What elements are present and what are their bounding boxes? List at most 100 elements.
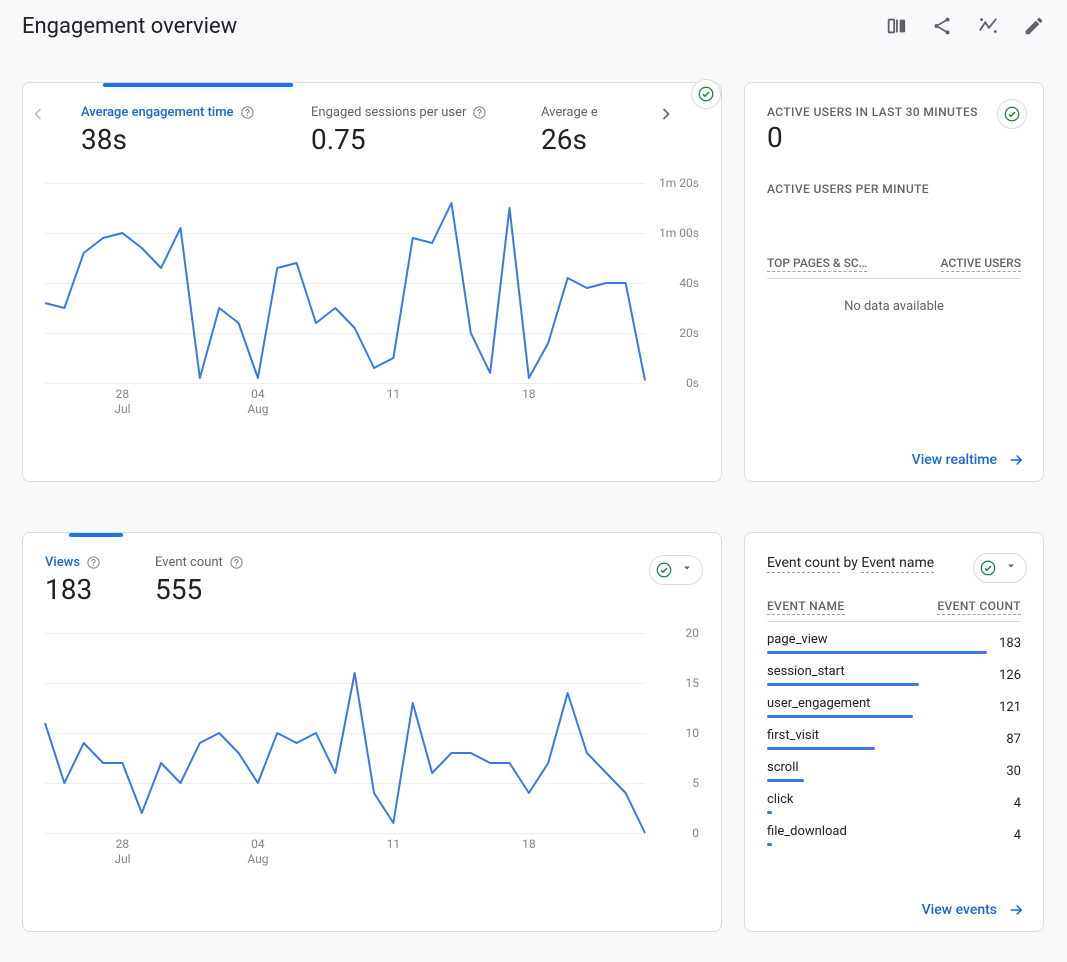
y-tick: 5 [692,776,699,790]
arrow-right-icon [1007,901,1025,919]
event-name: user_engagement [767,696,987,711]
y-tick: 1m 20s [659,176,699,190]
realtime-headline-label: ACTIVE USERS IN LAST 30 MINUTES [767,105,1021,119]
event-name: page_view [767,632,987,647]
realtime-empty-state: No data available [767,299,1021,314]
event-bar [767,715,913,718]
event-bar [767,811,772,814]
event-row[interactable]: scroll 30 [767,750,1021,782]
help-icon[interactable] [240,105,255,120]
x-tick: 28Jul [114,837,130,867]
x-tick: 18 [522,837,536,852]
card-engagement: Average engagement time 38sEngaged sessio… [22,82,722,482]
row-2: Views183Event count555 05101520 28Jul04A… [22,532,1045,932]
help-icon[interactable] [229,555,244,570]
arrow-right-icon [1007,451,1025,469]
by-label: by [844,555,858,571]
event-value: 121 [999,700,1021,715]
event-value: 4 [1014,828,1021,843]
dimension-name[interactable]: Event name [861,555,934,573]
share-icon[interactable] [931,15,953,37]
y-tick: 15 [686,676,700,690]
event-name: click [767,792,1002,807]
metric-tab[interactable]: Average e 26s [541,105,621,157]
views-chart: 05101520 28Jul04Aug1118 [45,633,699,871]
metric-label: Views [45,555,155,570]
metric-tabs: Views 183Event count 555 [45,555,699,607]
page-header: Engagement overview [22,0,1045,48]
event-bar [767,651,987,654]
insights-icon[interactable] [977,15,999,37]
x-tick: 28Jul [114,387,130,417]
data-quality-badge[interactable] [997,99,1027,129]
metric-label: Average e [541,105,621,120]
card-realtime: ACTIVE USERS IN LAST 30 MINUTES 0 ACTIVE… [744,82,1044,482]
event-row[interactable]: page_view 183 [767,622,1021,654]
metric-tab[interactable]: Event count 555 [155,555,355,607]
realtime-col-users: ACTIVE USERS [941,256,1021,272]
event-rows: page_view 183 session_start 126 user_engagem… [767,622,1021,846]
x-tick: 04Aug [247,387,268,417]
metric-value: 555 [155,572,355,607]
event-row[interactable]: file_download 4 [767,814,1021,846]
metric-value: 183 [45,572,155,607]
help-icon[interactable] [472,105,487,120]
event-name: file_download [767,824,1002,839]
link-label: View events [922,902,997,918]
event-value: 30 [1006,764,1021,779]
metric-value: 38s [81,122,311,157]
view-realtime-link[interactable]: View realtime [745,439,1043,481]
event-value: 87 [1006,732,1021,747]
event-name: session_start [767,664,987,679]
col-event-name: EVENT NAME [767,599,845,615]
table-header: EVENT NAME EVENT COUNT [767,599,1021,615]
check-circle-icon [696,84,716,104]
event-row[interactable]: click4 [767,782,1021,814]
link-label: View realtime [912,452,997,468]
metric-label: Event count [155,555,355,570]
metric-label: Engaged sessions per user [311,105,541,120]
event-value: 183 [999,636,1021,651]
help-icon[interactable] [86,555,101,570]
edit-icon[interactable] [1023,15,1045,37]
data-quality-badge[interactable] [973,553,1027,583]
view-events-link[interactable]: View events [745,889,1043,931]
event-row[interactable]: first_visit87 [767,718,1021,750]
y-tick: 40s [679,276,699,290]
y-tick: 0 [692,826,699,840]
card-views: Views183Event count555 05101520 28Jul04A… [22,532,722,932]
engagement-chart: 0s20s40s1m 00s1m 20s 28Jul04Aug1118 [45,183,699,421]
y-tick: 0s [686,376,699,390]
event-row[interactable]: session_start 126 [767,654,1021,686]
check-circle-icon [978,558,998,578]
x-tick: 18 [522,387,536,402]
event-row[interactable]: user_engagement 121 [767,686,1021,718]
caret-down-icon[interactable] [1002,560,1020,576]
metric-label: Average engagement time [81,105,311,120]
check-circle-icon [1002,104,1022,124]
realtime-headline-value: 0 [767,121,1021,154]
realtime-table-header: TOP PAGES & SC… ACTIVE USERS [767,256,1021,272]
compare-icon[interactable] [885,15,907,37]
event-bar [767,779,804,782]
metric-value: 0.75 [311,122,541,157]
event-bar [767,683,919,686]
metric-value: 26s [541,122,621,157]
event-bar [767,747,875,750]
page-title: Engagement overview [22,14,237,39]
metric-name[interactable]: Event count [767,555,840,573]
metric-tab[interactable]: Average engagement time 38s [81,105,311,157]
y-tick: 1m 00s [659,226,699,240]
y-tick: 10 [686,726,700,740]
event-name: scroll [767,760,994,775]
metric-tab[interactable]: Engaged sessions per user 0.75 [311,105,541,157]
y-tick: 20s [679,326,699,340]
metric-tab[interactable]: Views 183 [45,555,155,607]
y-tick: 20 [686,626,700,640]
event-value: 126 [999,668,1021,683]
event-bar [767,843,772,846]
realtime-col-pages: TOP PAGES & SC… [767,256,867,272]
realtime-sub-label: ACTIVE USERS PER MINUTE [767,182,1021,196]
card-event-breakdown: Event count by Event name EVENT NAME EVE… [744,532,1044,932]
x-tick: 11 [387,837,401,852]
